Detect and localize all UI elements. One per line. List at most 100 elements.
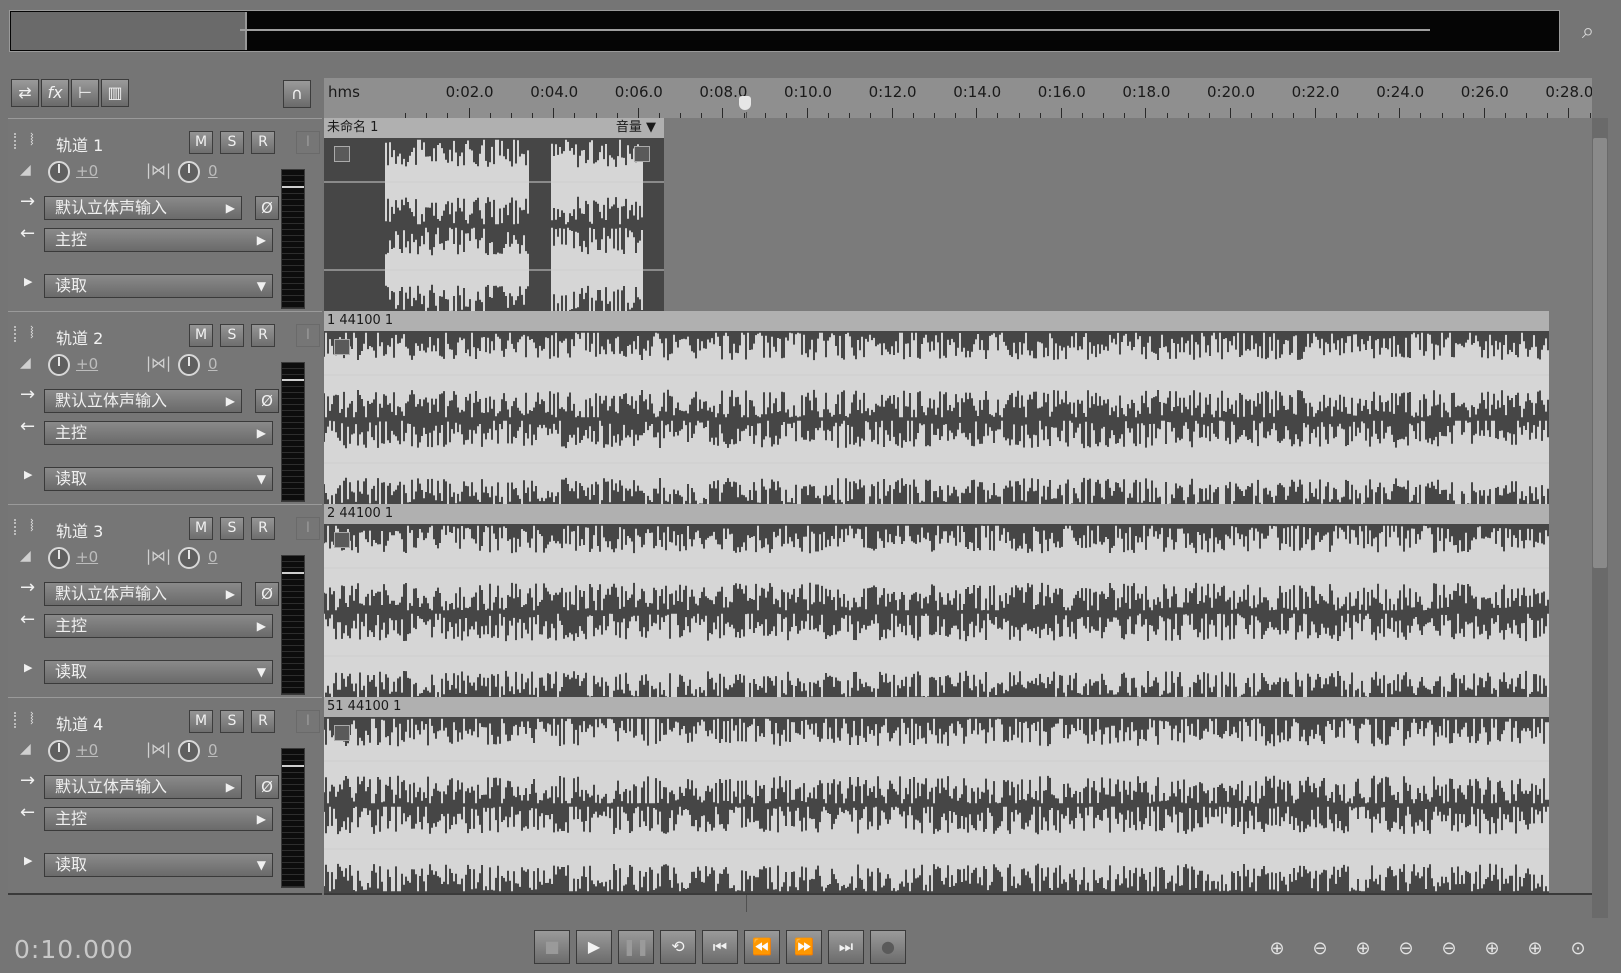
volume-knob[interactable] xyxy=(48,161,70,183)
go-to-end-icon[interactable]: ⏭ xyxy=(828,930,864,964)
clip-header[interactable]: 未命名 1 音量 ▼ xyxy=(324,118,664,138)
input-dropdown[interactable]: 默认立体声输入 ▶ xyxy=(44,775,242,799)
track-lane[interactable]: 1 44100 1 xyxy=(324,311,1593,509)
mute-button[interactable]: M xyxy=(189,710,213,733)
zoom-in-time-icon[interactable]: ⊕ xyxy=(1348,936,1378,962)
pan-knob[interactable] xyxy=(178,161,200,183)
input-monitor-button[interactable]: I xyxy=(296,131,320,154)
track-lane[interactable]: 51 44100 1 xyxy=(324,697,1593,895)
stop-icon[interactable]: ■ xyxy=(534,930,570,964)
mute-button[interactable]: M xyxy=(189,131,213,154)
overview-visible-range[interactable] xyxy=(11,12,247,50)
zoom-navigator-icon[interactable]: ⌕ xyxy=(1574,18,1602,46)
pause-icon[interactable]: ❚❚ xyxy=(618,930,654,964)
pan-knob[interactable] xyxy=(178,740,200,762)
automation-dropdown[interactable]: 读取 ▼ xyxy=(44,660,273,684)
phase-invert-button[interactable]: Ø xyxy=(255,582,279,606)
pan-value[interactable]: 0 xyxy=(208,741,218,759)
output-dropdown[interactable]: 主控 ▶ xyxy=(44,421,273,445)
pan-value[interactable]: 0 xyxy=(208,548,218,566)
send-icon[interactable]: ⊢ xyxy=(71,79,99,107)
pan-knob[interactable] xyxy=(178,547,200,569)
play-icon[interactable]: ▶ xyxy=(576,930,612,964)
audio-clip[interactable]: 未命名 1 音量 ▼ xyxy=(324,118,664,314)
waveform[interactable] xyxy=(324,331,1549,507)
fade-out-handle[interactable] xyxy=(634,146,650,162)
volume-knob[interactable] xyxy=(48,547,70,569)
volume-value[interactable]: +0 xyxy=(76,162,98,180)
expand-icon[interactable]: ▶ xyxy=(24,468,32,481)
zoom-out-amplitude-icon[interactable]: ⊖ xyxy=(1305,936,1335,962)
phase-invert-button[interactable]: Ø xyxy=(255,196,279,220)
volume-knob[interactable] xyxy=(48,354,70,376)
magnet-icon[interactable]: ∩ xyxy=(283,80,311,108)
input-dropdown[interactable]: 默认立体声输入 ▶ xyxy=(44,389,242,413)
track-lane[interactable]: 未命名 1 音量 ▼ xyxy=(324,118,1593,316)
phase-invert-button[interactable]: Ø xyxy=(255,389,279,413)
input-monitor-button[interactable]: I xyxy=(296,710,320,733)
vertical-scrollbar-thumb[interactable] xyxy=(1593,138,1607,568)
time-ruler[interactable]: hms 0:02.0 0:04.0 0:06.0 0:08.0 0:10.0 0:12.0… xyxy=(324,78,1592,119)
track-name[interactable]: 轨道 2 xyxy=(56,325,103,349)
clip-header[interactable]: 1 44100 1 xyxy=(324,311,1549,331)
input-monitor-button[interactable]: I xyxy=(296,324,320,347)
track-header[interactable]: ⧘ 轨道 1 M S R I ◢ +0 |⋈| 0 → 默认立体声输入 ▶ Ø ←… xyxy=(8,118,322,316)
track-name[interactable]: 轨道 1 xyxy=(56,132,103,156)
output-dropdown[interactable]: 主控 ▶ xyxy=(44,807,273,831)
fast-forward-icon[interactable]: ⏩ xyxy=(786,930,822,964)
audio-clip[interactable]: 2 44100 1 xyxy=(324,504,1549,700)
mute-button[interactable]: M xyxy=(189,517,213,540)
eq-icon[interactable]: ▥ xyxy=(101,79,129,107)
waveform[interactable] xyxy=(324,524,1549,700)
drag-grip-icon[interactable] xyxy=(14,133,20,149)
volume-knob[interactable] xyxy=(48,740,70,762)
volume-value[interactable]: +0 xyxy=(76,741,98,759)
zoom-in-right-icon[interactable]: ⊕ xyxy=(1520,936,1550,962)
record-arm-button[interactable]: R xyxy=(251,324,275,347)
input-dropdown[interactable]: 默认立体声输入 ▶ xyxy=(44,196,242,220)
track-name[interactable]: 轨道 3 xyxy=(56,518,103,542)
output-dropdown[interactable]: 主控 ▶ xyxy=(44,614,273,638)
fade-in-handle[interactable] xyxy=(334,725,350,741)
session-overview[interactable] xyxy=(9,10,1560,52)
zoom-full-icon[interactable]: ⊖ xyxy=(1434,936,1464,962)
output-dropdown[interactable]: 主控 ▶ xyxy=(44,228,273,252)
expand-icon[interactable]: ▶ xyxy=(24,275,32,288)
zoom-selection-icon[interactable]: ⊙ xyxy=(1563,936,1593,962)
drag-grip-icon[interactable] xyxy=(14,519,20,535)
input-monitor-button[interactable]: I xyxy=(296,517,320,540)
zoom-in-left-icon[interactable]: ⊕ xyxy=(1477,936,1507,962)
fade-in-handle[interactable] xyxy=(334,146,350,162)
expand-icon[interactable]: ▶ xyxy=(24,854,32,867)
go-to-start-icon[interactable]: ⏮ xyxy=(702,930,738,964)
solo-button[interactable]: S xyxy=(220,131,244,154)
audio-clip[interactable]: 1 44100 1 xyxy=(324,311,1549,507)
waveform[interactable] xyxy=(324,138,664,314)
track-name[interactable]: 轨道 4 xyxy=(56,711,103,735)
waveform[interactable] xyxy=(324,717,1549,893)
loop-icon[interactable]: ⟲ xyxy=(660,930,696,964)
rewind-icon[interactable]: ⏪ xyxy=(744,930,780,964)
clip-header[interactable]: 2 44100 1 xyxy=(324,504,1549,524)
pan-value[interactable]: 0 xyxy=(208,355,218,373)
solo-button[interactable]: S xyxy=(220,324,244,347)
audio-clip[interactable]: 51 44100 1 xyxy=(324,697,1549,893)
record-arm-button[interactable]: R xyxy=(251,710,275,733)
automation-dropdown[interactable]: 读取 ▼ xyxy=(44,467,273,491)
automation-dropdown[interactable]: 读取 ▼ xyxy=(44,274,273,298)
track-header[interactable]: ⧘ 轨道 4 M S R I ◢ +0 |⋈| 0 → 默认立体声输入 ▶ Ø ←… xyxy=(8,697,322,895)
zoom-in-amplitude-icon[interactable]: ⊕ xyxy=(1262,936,1292,962)
clip-volume-menu[interactable]: 音量 ▼ xyxy=(616,118,656,138)
automation-dropdown[interactable]: 读取 ▼ xyxy=(44,853,273,877)
mute-button[interactable]: M xyxy=(189,324,213,347)
volume-value[interactable]: +0 xyxy=(76,548,98,566)
record-arm-button[interactable]: R xyxy=(251,517,275,540)
switch-icon[interactable]: ⇄ xyxy=(11,79,39,107)
fx-icon[interactable]: fx xyxy=(41,79,69,107)
pan-value[interactable]: 0 xyxy=(208,162,218,180)
fade-in-handle[interactable] xyxy=(334,339,350,355)
drag-grip-icon[interactable] xyxy=(14,326,20,342)
record-arm-button[interactable]: R xyxy=(251,131,275,154)
zoom-out-time-icon[interactable]: ⊖ xyxy=(1391,936,1421,962)
fade-in-handle[interactable] xyxy=(334,532,350,548)
